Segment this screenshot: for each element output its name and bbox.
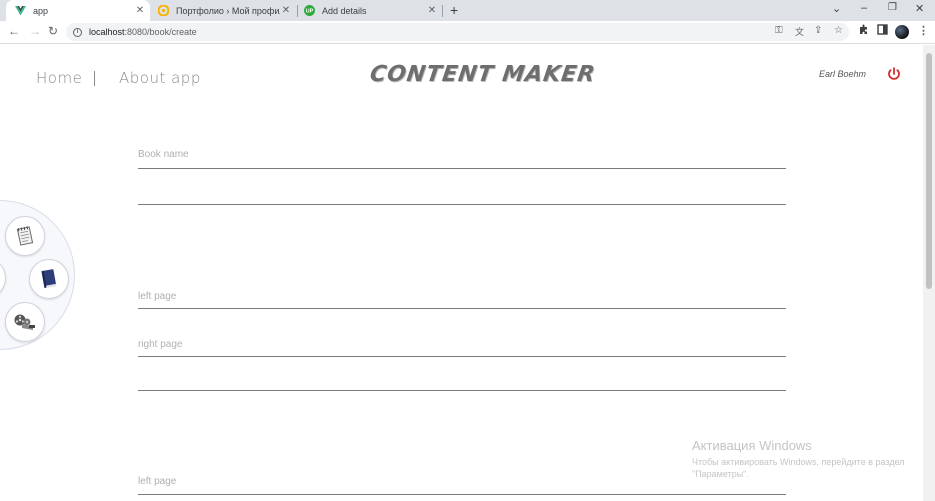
- tab-bar: app ✕ Портфолио › Мой профиль ✕ UP Add d…: [0, 0, 935, 21]
- restore-icon[interactable]: ❐: [888, 2, 897, 13]
- tab-title: Портфолио › Мой профиль: [176, 5, 280, 16]
- extensions-icon[interactable]: [858, 24, 869, 38]
- key-icon[interactable]: ⚿: [775, 25, 783, 36]
- tab-title: app: [33, 5, 49, 16]
- windows-activation-watermark: Активация Windows Чтобы активировать Win…: [692, 438, 905, 480]
- url-host: localhost: [89, 27, 125, 37]
- book-icon: [41, 269, 57, 288]
- profile-avatar[interactable]: [895, 25, 909, 39]
- page-content-input[interactable]: [138, 362, 786, 391]
- forward-icon[interactable]: →: [29, 24, 41, 38]
- tab-portfolio[interactable]: Портфолио › Мой профиль ✕: [152, 0, 296, 21]
- radial-film-button[interactable]: [5, 302, 45, 342]
- notepad-icon: [16, 226, 34, 246]
- close-icon[interactable]: ✕: [280, 5, 292, 16]
- left-page-placeholder: left page: [138, 291, 177, 302]
- tab-title: Add details: [322, 5, 367, 16]
- user-name: Earl Boehm: [819, 69, 867, 79]
- page-scrollbar[interactable]: [923, 45, 935, 501]
- new-tab-icon[interactable]: +: [450, 2, 458, 18]
- radial-book-button[interactable]: [29, 259, 69, 299]
- bookmark-star-icon[interactable]: ☆: [834, 25, 843, 36]
- add-details-icon: UP: [304, 5, 315, 16]
- menu-kebab-icon[interactable]: ⋮: [918, 24, 929, 37]
- tab-search-icon[interactable]: ⌄: [832, 2, 841, 15]
- watermark-title: Активация Windows: [692, 438, 812, 453]
- minimize-icon[interactable]: –: [861, 2, 867, 14]
- site-info-icon[interactable]: i: [73, 27, 82, 37]
- svg-text:UP: UP: [306, 9, 314, 15]
- close-icon[interactable]: ✕: [426, 5, 438, 16]
- nav-divider: [94, 71, 95, 86]
- url-text: localhost:8080/book/create: [89, 27, 197, 37]
- left-page-input[interactable]: left page: [138, 284, 786, 309]
- back-icon[interactable]: ←: [8, 24, 20, 38]
- brand-logo[interactable]: CONTENT MAKER: [368, 62, 597, 87]
- nav-about-link[interactable]: About app: [119, 69, 201, 87]
- url-path: :8080/book/create: [124, 27, 197, 37]
- left-page-placeholder: left page: [138, 476, 177, 487]
- window-close-icon[interactable]: ✕: [915, 2, 924, 15]
- book-description-input[interactable]: [138, 175, 786, 205]
- book-name-input[interactable]: Book name: [138, 143, 786, 169]
- right-page-input[interactable]: right page: [138, 333, 786, 357]
- translate-icon[interactable]: 文: [795, 25, 804, 38]
- radial-notepad-button[interactable]: [5, 216, 45, 256]
- tab-app[interactable]: app ✕: [6, 0, 150, 21]
- radial-partial-button[interactable]: [0, 259, 6, 297]
- reload-icon[interactable]: ↻: [48, 24, 58, 38]
- watermark-line-1: Чтобы активировать Windows, перейдите в …: [692, 457, 905, 467]
- portfolio-icon: [158, 5, 169, 16]
- left-page-input-2[interactable]: left page: [138, 470, 786, 495]
- tab-add-details[interactable]: UP Add details ✕: [298, 0, 442, 21]
- nav-home-link[interactable]: Home: [36, 69, 82, 87]
- share-icon[interactable]: ⇪: [814, 25, 822, 36]
- close-icon[interactable]: ✕: [134, 5, 146, 16]
- watermark-line-2: "Параметры".: [692, 469, 749, 479]
- browser-toolbar: ← → ↻ i localhost:8080/book/create ⚿ 文 ⇪…: [0, 21, 935, 44]
- right-page-placeholder: right page: [138, 339, 183, 350]
- power-icon[interactable]: [886, 66, 902, 82]
- vue-icon: [15, 5, 26, 16]
- film-reel-icon: [14, 314, 35, 330]
- scrollbar-thumb[interactable]: [926, 53, 932, 289]
- side-panel-icon[interactable]: [877, 24, 888, 38]
- radial-menu: [0, 200, 75, 350]
- book-name-placeholder: Book name: [138, 149, 189, 160]
- tab-divider: [442, 5, 443, 17]
- page-content: Home About app CONTENT MAKER Earl Boehm …: [0, 45, 923, 501]
- address-bar[interactable]: i localhost:8080/book/create: [66, 23, 849, 41]
